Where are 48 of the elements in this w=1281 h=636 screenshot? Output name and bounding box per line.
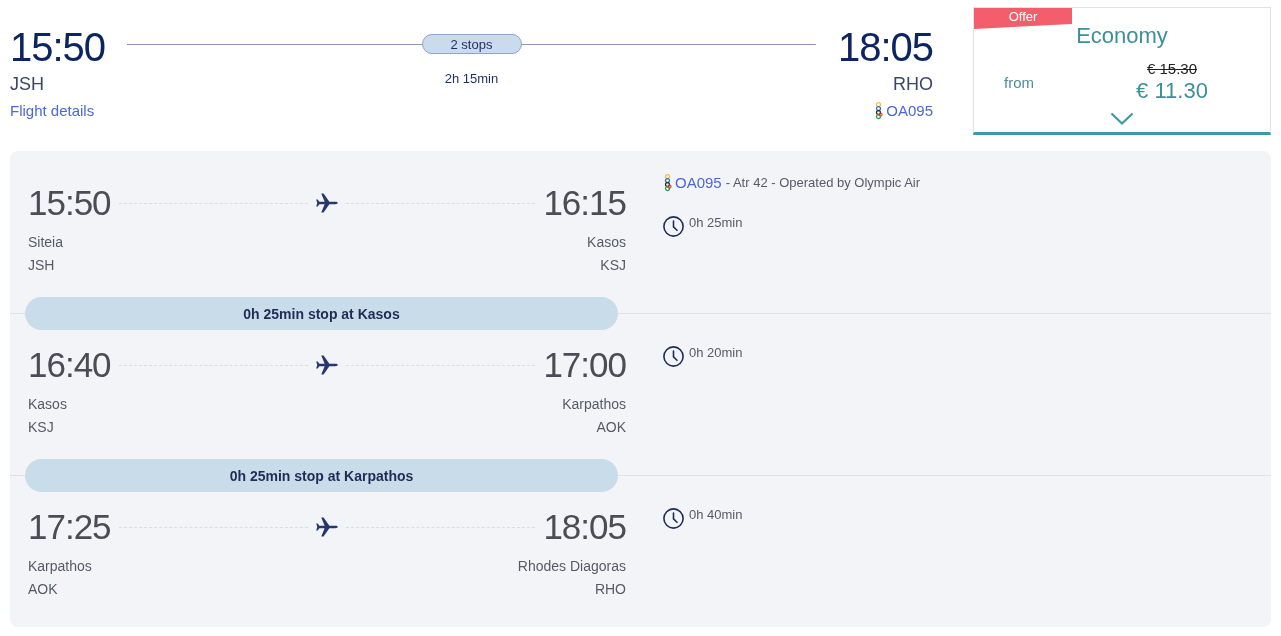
departure-time: 15:50 bbox=[10, 25, 106, 69]
arrival-time: 16:15 bbox=[543, 182, 626, 224]
arrival-time: 17:00 bbox=[543, 344, 626, 386]
aircraft-operator-text: - Atr 42 - Operated by Olympic Air bbox=[725, 174, 921, 192]
segment-duration: 0h 25min bbox=[689, 216, 743, 230]
departure-city: Siteia bbox=[28, 233, 64, 252]
old-price: € 15.30 bbox=[1146, 60, 1197, 78]
segment-duration: 0h 40min bbox=[689, 508, 743, 522]
layover-banner: 0h 25min stop at Kasos bbox=[25, 297, 618, 330]
colored-rings-icon bbox=[663, 174, 672, 192]
flight-details-link[interactable]: Flight details bbox=[10, 101, 95, 121]
departure-airport-code: JSH bbox=[10, 73, 44, 96]
arrival-city: Karpathos bbox=[562, 395, 626, 414]
arrival-airport-code: AOK bbox=[596, 418, 626, 437]
clock-icon bbox=[663, 346, 684, 367]
departure-city: Kasos bbox=[28, 395, 67, 414]
from-label: from bbox=[1003, 73, 1034, 93]
departure-time: 16:40 bbox=[28, 344, 111, 386]
arrival-time: 18:05 bbox=[837, 25, 933, 69]
arrival-city: Kasos bbox=[587, 233, 626, 252]
colored-rings-icon bbox=[874, 102, 884, 120]
arrival-time: 18:05 bbox=[543, 506, 626, 548]
offer-price: € 11.30 bbox=[1136, 78, 1208, 104]
segment-duration: 0h 20min bbox=[689, 346, 743, 360]
flight-number-link[interactable]: OA095 bbox=[886, 101, 933, 121]
departure-airport-code: KSJ bbox=[28, 418, 54, 437]
airplane-icon bbox=[316, 516, 338, 538]
chevron-down-icon bbox=[1110, 112, 1134, 125]
layover-banner: 0h 25min stop at Karpathos bbox=[25, 459, 618, 492]
departure-airport-code: AOK bbox=[28, 580, 58, 599]
airplane-icon bbox=[316, 354, 338, 376]
cabin-class: Economy bbox=[1075, 22, 1169, 50]
arrival-airport-code: RHO bbox=[893, 73, 933, 96]
arrival-city: Rhodes Diagoras bbox=[517, 557, 626, 576]
fare-card[interactable]: Offer Economy from € 15.30 € 11.30 bbox=[973, 7, 1271, 135]
clock-icon bbox=[663, 216, 684, 237]
departure-airport-code: JSH bbox=[28, 256, 55, 275]
offer-ribbon: Offer bbox=[974, 8, 1072, 29]
arrival-airport-code: KSJ bbox=[600, 256, 626, 275]
clock-icon bbox=[663, 508, 684, 529]
total-duration: 2h 15min bbox=[444, 70, 499, 88]
departure-city: Karpathos bbox=[28, 557, 92, 576]
arrival-airport-code: RHO bbox=[594, 580, 626, 599]
departure-time: 15:50 bbox=[28, 182, 111, 224]
flight-number-link[interactable]: OA095 bbox=[675, 173, 722, 193]
stops-badge: 2 stops bbox=[421, 34, 522, 54]
airplane-icon bbox=[316, 192, 338, 214]
departure-time: 17:25 bbox=[28, 506, 111, 548]
